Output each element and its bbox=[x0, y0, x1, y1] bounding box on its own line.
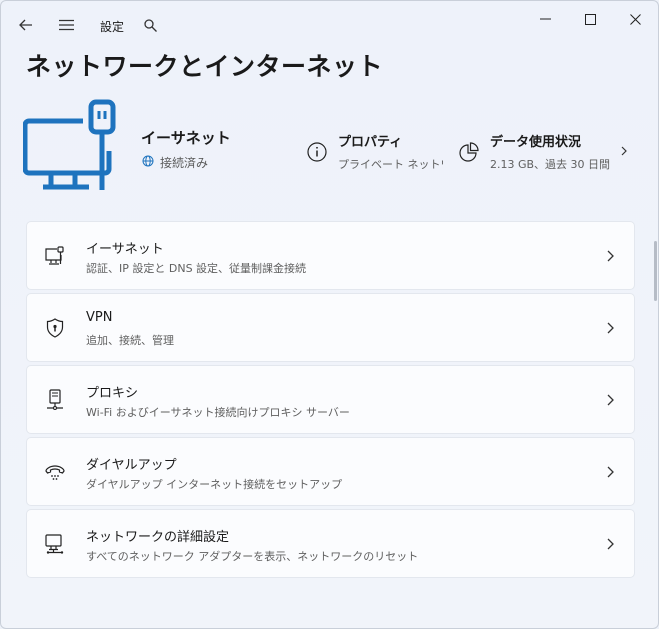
settings-item-title: イーサネット bbox=[86, 242, 164, 257]
scrollbar[interactable] bbox=[654, 241, 657, 301]
minimize-button[interactable] bbox=[535, 9, 555, 29]
settings-item-vpn[interactable]: VPN 追加、接続、管理 bbox=[26, 293, 635, 362]
globe-icon bbox=[142, 155, 154, 170]
settings-item-title: プロキシ bbox=[86, 386, 139, 401]
search-icon[interactable] bbox=[140, 15, 160, 35]
proxy-icon bbox=[43, 388, 67, 412]
title-bar: 設定 bbox=[1, 1, 658, 49]
settings-item-subtitle: ダイヤルアップ インターネット接続をセットアップ bbox=[86, 478, 343, 491]
chevron-right-icon[interactable] bbox=[618, 143, 630, 159]
shield-icon bbox=[43, 316, 67, 340]
close-button[interactable] bbox=[625, 9, 645, 29]
settings-item-subtitle: 認証、IP 設定と DNS 設定、従量制課金接続 bbox=[86, 262, 307, 275]
wired-monitor-icon bbox=[22, 99, 123, 197]
back-arrow-icon[interactable] bbox=[16, 15, 36, 35]
dialup-phone-icon bbox=[43, 460, 67, 484]
app-title: 設定 bbox=[100, 20, 125, 34]
hamburger-menu-icon[interactable] bbox=[56, 15, 76, 35]
chevron-right-icon bbox=[604, 247, 616, 265]
settings-item-subtitle: 追加、接続、管理 bbox=[86, 334, 174, 347]
properties-title: プロパティ bbox=[338, 135, 403, 150]
connection-status-text: 接続済み bbox=[160, 156, 209, 170]
data-usage-subtitle: 2.13 GB、過去 30 日間 bbox=[490, 158, 611, 171]
properties-subtitle: プライベート ネットワーク bbox=[338, 158, 443, 171]
page-title: ネットワークとインターネット bbox=[26, 52, 384, 81]
chevron-right-icon bbox=[604, 463, 616, 481]
properties-link[interactable]: プロパティ プライベート ネットワーク bbox=[306, 131, 443, 172]
settings-item-title: ダイヤルアップ bbox=[86, 458, 177, 473]
network-adapter-icon bbox=[43, 532, 67, 556]
settings-item-advanced-network[interactable]: ネットワークの詳細設定 すべてのネットワーク アダプターを表示、ネットワークのリ… bbox=[26, 509, 635, 578]
settings-item-subtitle: すべてのネットワーク アダプターを表示、ネットワークのリセット bbox=[86, 550, 419, 563]
settings-item-title: ネットワークの詳細設定 bbox=[86, 530, 230, 545]
pie-chart-icon bbox=[458, 141, 480, 163]
data-usage-title: データ使用状況 bbox=[490, 135, 582, 150]
chevron-right-icon bbox=[604, 319, 616, 337]
settings-item-subtitle: Wi-Fi およびイーサネット接続向けプロキシ サーバー bbox=[86, 406, 350, 419]
settings-item-dialup[interactable]: ダイヤルアップ ダイヤルアップ インターネット接続をセットアップ bbox=[26, 437, 635, 506]
chevron-right-icon bbox=[604, 535, 616, 553]
ethernet-monitor-icon bbox=[43, 244, 67, 268]
maximize-button[interactable] bbox=[580, 9, 600, 29]
connection-status: 接続済み bbox=[142, 154, 208, 171]
connection-name: イーサネット bbox=[141, 129, 231, 147]
settings-item-title: VPN bbox=[86, 310, 113, 325]
chevron-right-icon bbox=[604, 391, 616, 409]
settings-item-proxy[interactable]: プロキシ Wi-Fi およびイーサネット接続向けプロキシ サーバー bbox=[26, 365, 635, 434]
data-usage-link[interactable]: データ使用状況 2.13 GB、過去 30 日間 bbox=[458, 131, 610, 172]
settings-item-ethernet[interactable]: イーサネット 認証、IP 設定と DNS 設定、従量制課金接続 bbox=[26, 221, 635, 290]
settings-window: 設定 ネットワークとインターネット イーサネット 接続済み プロパティ プライベ… bbox=[0, 0, 659, 629]
info-icon bbox=[306, 141, 328, 163]
